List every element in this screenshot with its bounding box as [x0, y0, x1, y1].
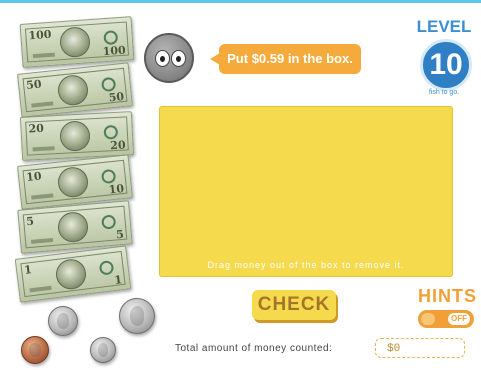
bill-denomination: 1: [113, 273, 123, 287]
quarter-coin[interactable]: [119, 298, 155, 334]
hints-toggle[interactable]: OFF: [418, 310, 474, 328]
hundred-dollar-bill[interactable]: 100 100: [19, 16, 135, 68]
dime-coin[interactable]: [90, 337, 116, 363]
check-button[interactable]: CHECK: [252, 290, 336, 320]
total-amount-label: Total amount of money counted:: [175, 343, 333, 354]
prompt-bubble: Put $0.59 in the box.: [210, 44, 361, 74]
coin-portrait-icon: [29, 342, 41, 358]
toggle-state-label: OFF: [448, 313, 470, 325]
top-accent-line: [0, 0, 481, 3]
money-drop-box[interactable]: Drag money out of the box to remove it.: [159, 106, 453, 277]
drop-box-hint: Drag money out of the box to remove it.: [207, 260, 405, 270]
bill-denomination: 50: [25, 77, 43, 93]
right-eye-icon: [171, 50, 186, 67]
total-amount-value: $0: [375, 338, 465, 358]
toggle-knob: [421, 313, 435, 325]
left-eye-icon: [155, 50, 170, 67]
bill-denomination: 50: [108, 89, 125, 105]
one-dollar-bill[interactable]: 1 1: [14, 245, 132, 303]
coin-portrait-icon: [129, 306, 145, 326]
bill-denomination: 100: [28, 27, 52, 43]
coin-character-avatar: [144, 33, 194, 83]
bill-denomination: 1: [23, 263, 33, 277]
penny-coin[interactable]: [21, 336, 49, 364]
bill-denomination: 5: [115, 227, 125, 242]
bill-denomination: 10: [25, 169, 43, 185]
fish-to-go-label: fish to go.: [428, 89, 460, 96]
bill-denomination: 5: [25, 214, 35, 229]
fifty-dollar-bill[interactable]: 50 50: [17, 62, 133, 118]
fish-remaining-counter: 10: [420, 39, 472, 91]
coin-portrait-icon: [97, 343, 109, 357]
bill-denomination: 20: [28, 121, 45, 136]
nickel-coin[interactable]: [48, 306, 78, 336]
bill-denomination: 10: [108, 181, 125, 197]
coin-portrait-icon: [56, 313, 70, 329]
hints-label: HINTS: [418, 286, 477, 306]
twenty-dollar-bill[interactable]: 20 20: [19, 111, 135, 161]
bill-denomination: 20: [109, 138, 126, 153]
bill-denomination: 100: [102, 43, 127, 59]
